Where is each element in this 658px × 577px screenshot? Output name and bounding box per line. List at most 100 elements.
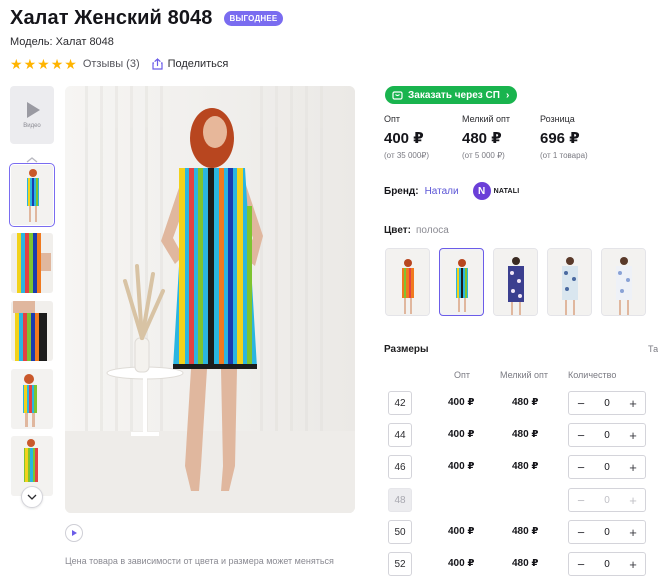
- size-button-disabled: 48: [388, 488, 412, 512]
- video-label: Видео: [23, 122, 41, 129]
- color-swatch-4[interactable]: [547, 248, 592, 316]
- cart-icon: [392, 91, 403, 100]
- color-swatch-1[interactable]: [385, 248, 430, 316]
- rating-row: ★ ★ ★ ★ ★ Отзывы (3) Поделиться: [10, 57, 228, 71]
- brand-row: Бренд: Натали N NATALI: [384, 182, 519, 200]
- size-button[interactable]: 46: [388, 455, 412, 479]
- thumbnail-1[interactable]: [9, 163, 55, 227]
- minus-button[interactable]: −: [575, 558, 587, 571]
- play-icon: [71, 530, 77, 536]
- thumbnail-list: Видео: [9, 86, 56, 508]
- quantity-stepper: − 0 +: [568, 455, 646, 479]
- share-button[interactable]: Поделиться: [152, 58, 228, 70]
- plus-button: +: [629, 492, 637, 508]
- quantity-value[interactable]: 0: [604, 559, 610, 570]
- thumbnail-image: [11, 165, 53, 225]
- minus-button: −: [577, 492, 585, 508]
- product-photo: [65, 86, 355, 513]
- size-opt-price: 400 ₽: [448, 526, 475, 537]
- size-button[interactable]: 42: [388, 391, 412, 415]
- price-tier-value: 696 ₽: [540, 130, 580, 147]
- star-icon: ★: [37, 56, 50, 72]
- video-thumbnail[interactable]: Видео: [10, 86, 54, 144]
- price-tier-retail: Розница 696 ₽ (от 1 товара): [540, 114, 618, 160]
- media-play-button[interactable]: [65, 524, 83, 542]
- color-value: полоса: [415, 225, 449, 236]
- size-opt-price: 400 ₽: [448, 558, 475, 569]
- color-swatches: [385, 248, 655, 316]
- price-tiers: Опт 400 ₽ (от 35 000₽) Мелкий опт 480 ₽ …: [384, 114, 618, 160]
- price-tier-value: 480 ₽: [462, 130, 502, 147]
- plus-button[interactable]: +: [627, 461, 639, 474]
- minus-button[interactable]: −: [575, 397, 587, 410]
- thumbnail-3[interactable]: [11, 301, 53, 361]
- play-icon: [27, 101, 40, 118]
- swatch-image: [442, 251, 481, 313]
- size-small-opt-price: 480 ₽: [512, 526, 539, 537]
- size-opt-price: 400 ₽: [448, 429, 475, 440]
- thumbnail-4[interactable]: [11, 369, 53, 429]
- price-tier-small-opt: Мелкий опт 480 ₽ (от 5 000 ₽): [462, 114, 540, 160]
- quantity-value: 0: [604, 494, 610, 506]
- model-label: Модель: Халат 8048: [10, 36, 114, 48]
- brand-logo[interactable]: N NATALI: [472, 182, 520, 200]
- size-button[interactable]: 44: [388, 423, 412, 447]
- price-tier-header: Розница: [540, 114, 575, 124]
- color-swatch-3[interactable]: [493, 248, 538, 316]
- order-via-sp-button[interactable]: Заказать через СП ›: [385, 86, 518, 104]
- title-row: Халат Женский 8048 ВЫГОДНЕЕ: [10, 7, 284, 30]
- size-small-opt-price: 480 ₽: [512, 461, 539, 472]
- size-small-opt-price: 480 ₽: [512, 397, 539, 408]
- thumbnails-scroll-down-button[interactable]: [21, 486, 43, 508]
- brand-logo-text: NATALI: [493, 187, 520, 195]
- promo-badge: ВЫГОДНЕЕ: [223, 11, 284, 26]
- swatch-image: [548, 249, 591, 315]
- minus-button[interactable]: −: [575, 429, 587, 442]
- chevron-right-icon: ›: [505, 89, 510, 101]
- star-icon: ★: [64, 56, 77, 72]
- brand-label: Бренд:: [384, 185, 419, 197]
- size-row-52: 52 400 ₽ 480 ₽ − 0 +: [388, 552, 658, 576]
- quantity-value[interactable]: 0: [604, 430, 610, 441]
- column-header-opt: Опт: [454, 370, 470, 380]
- size-row-48: 48 − 0 +: [388, 488, 658, 512]
- color-row: Цвет: полоса: [384, 225, 449, 236]
- order-button-label: Заказать через СП: [408, 89, 500, 101]
- color-swatch-2[interactable]: [439, 248, 484, 316]
- main-product-image[interactable]: [65, 86, 355, 513]
- minus-button[interactable]: −: [575, 526, 587, 539]
- brand-link[interactable]: Натали: [425, 186, 459, 197]
- column-header-qty: Количество: [568, 370, 617, 380]
- price-tier-opt: Опт 400 ₽ (от 35 000₽): [384, 114, 462, 160]
- size-opt-price: 400 ₽: [448, 397, 475, 408]
- size-button[interactable]: 52: [388, 552, 412, 576]
- swatch-image: [602, 249, 645, 315]
- size-row-46: 46 400 ₽ 480 ₽ − 0 +: [388, 455, 658, 479]
- quantity-stepper: − 0 +: [568, 552, 646, 576]
- quantity-value[interactable]: 0: [604, 462, 610, 473]
- quantity-stepper: − 0 +: [568, 423, 646, 447]
- quantity-stepper: − 0 +: [568, 391, 646, 415]
- plus-button[interactable]: +: [627, 526, 639, 539]
- brand-logo-mark: N: [472, 182, 491, 200]
- quantity-stepper: − 0 +: [568, 520, 646, 544]
- quantity-value[interactable]: 0: [604, 398, 610, 409]
- chevron-up-icon[interactable]: [25, 156, 39, 164]
- swatch-inner: [442, 251, 481, 313]
- plus-button[interactable]: +: [627, 397, 639, 410]
- thumbnail-image: [11, 233, 53, 293]
- quantity-value[interactable]: 0: [604, 527, 610, 538]
- minus-button[interactable]: −: [575, 461, 587, 474]
- color-swatch-5[interactable]: [601, 248, 646, 316]
- size-small-opt-price: 480 ₽: [512, 429, 539, 440]
- price-tier-note: (от 1 товара): [540, 151, 588, 160]
- plus-button[interactable]: +: [627, 429, 639, 442]
- reviews-link[interactable]: Отзывы (3): [83, 58, 140, 70]
- size-table-link[interactable]: Та: [648, 344, 658, 354]
- star-icon: ★: [23, 56, 37, 72]
- rating-stars[interactable]: ★ ★ ★ ★ ★: [10, 57, 77, 71]
- column-header-small-opt: Мелкий опт: [500, 370, 549, 380]
- thumbnail-2[interactable]: [11, 233, 53, 293]
- plus-button[interactable]: +: [627, 558, 639, 571]
- size-button[interactable]: 50: [388, 520, 412, 544]
